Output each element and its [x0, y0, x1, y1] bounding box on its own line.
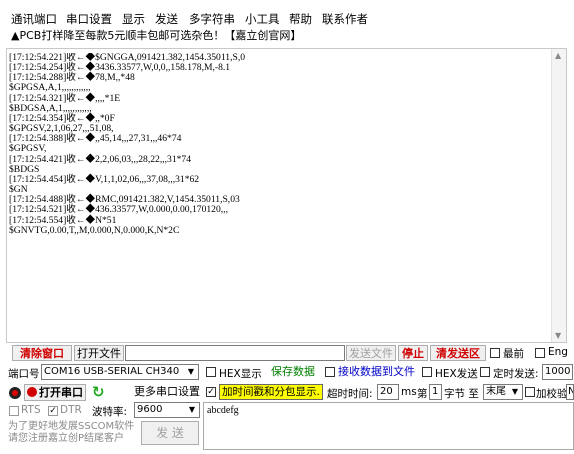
menu-contact-author[interactable]: 联系作者: [322, 11, 368, 27]
port-select[interactable]: COM16 USB-SERIAL CH340 ▼: [41, 364, 199, 380]
log-line: [17:12:54.454]收←◆V,1,1,02,06,,,37,08,,,3…: [9, 173, 200, 185]
file-path-input[interactable]: [125, 345, 345, 361]
topmost-checkbox[interactable]: [490, 348, 500, 358]
checksum-label: 加校验: [536, 388, 568, 400]
chevron-down-icon: ▼: [187, 367, 195, 376]
menu-help[interactable]: 帮助: [289, 11, 312, 27]
send-input[interactable]: abcdefg: [203, 402, 574, 450]
english-label: Eng: [548, 346, 568, 358]
log-line: [17:12:54.421]收←◆2,2,06,03,,,28,22,,,31*…: [9, 153, 192, 165]
timestamp-checkbox[interactable]: [206, 387, 216, 397]
menu-send[interactable]: 发送: [155, 11, 178, 27]
log-line: $GNVTG,0.00,T,,M,0.000,N,0.000,K,N*2C: [9, 224, 180, 236]
timeout-input[interactable]: 20: [377, 384, 399, 400]
frame-label: 第: [417, 388, 428, 400]
send-file-button[interactable]: 发送文件: [346, 345, 396, 361]
port-label: 端口号: [8, 368, 40, 380]
recv-to-file-checkbox[interactable]: [325, 367, 335, 377]
byte-to-label: 字节 至: [444, 388, 479, 400]
log-line: [17:12:54.388]收←◆,,45,14,,,27,31,,,46*74: [9, 133, 182, 145]
dtr-checkbox[interactable]: [48, 406, 58, 416]
hex-send-checkbox[interactable]: [422, 367, 432, 377]
dtr-label: DTR: [60, 404, 82, 416]
registration-notice[interactable]: 为了更好地发展SSCOM软件 请您注册嘉立创P结尾客户: [8, 421, 134, 445]
baud-select[interactable]: 9600 ▼: [134, 402, 200, 418]
more-serial-settings-button[interactable]: 更多串口设置: [134, 384, 200, 400]
frame-input[interactable]: 1: [429, 384, 442, 400]
english-checkbox[interactable]: [535, 348, 545, 358]
open-port-label: 打开串口: [39, 386, 83, 399]
chevron-down-icon: ▼: [511, 387, 519, 396]
send-button[interactable]: 发 送: [141, 421, 199, 445]
registration-line-2: 请您注册嘉立创P结尾客户: [8, 433, 125, 444]
open-port-button[interactable]: 打开串口: [24, 384, 86, 401]
menu-comm-port[interactable]: 通讯端口: [11, 11, 57, 27]
checksum-select[interactable]: N: [566, 384, 574, 400]
menu-tools[interactable]: 小工具: [245, 11, 280, 27]
rts-checkbox[interactable]: [9, 406, 19, 416]
clear-window-button[interactable]: 清除窗口: [12, 345, 72, 361]
port-status-indicator: [9, 387, 21, 399]
clear-send-button[interactable]: 清发送区: [430, 345, 486, 361]
hex-send-label: HEX发送: [435, 368, 478, 380]
send-input-text: abcdefg: [207, 405, 239, 416]
open-file-button[interactable]: 打开文件: [74, 345, 124, 361]
scroll-up-icon[interactable]: ▲: [555, 51, 561, 60]
baud-label: 波特率:: [92, 406, 128, 418]
registration-line-1: 为了更好地发展SSCOM软件: [8, 421, 135, 432]
rts-label: RTS: [21, 404, 41, 416]
receive-log-text: [17:12:54.221]收←◆$GNGGA,091421.382,1454.…: [9, 53, 549, 339]
menu-bar: 通讯端口 串口设置 显示 发送 多字符串 小工具 帮助 联系作者 ▲PCB打样降…: [0, 0, 574, 42]
hex-display-label: HEX显示: [219, 368, 262, 380]
log-line: [17:12:54.521]收←◆436.33577,W,0.000,0.00,…: [9, 204, 228, 216]
chevron-down-icon: ▼: [188, 405, 196, 414]
topmost-label: 最前: [503, 348, 524, 360]
scroll-down-icon[interactable]: ▼: [555, 331, 561, 340]
checksum-checkbox[interactable]: [525, 387, 535, 397]
timed-send-interval-input[interactable]: 1000: [542, 364, 573, 380]
end-select[interactable]: 末尾 ▼: [483, 384, 523, 400]
promo-link[interactable]: ▲PCB打样降至每款5元顺丰包邮可选杂色！【嘉立创官网】: [11, 27, 301, 43]
menu-display[interactable]: 显示: [122, 11, 145, 27]
menu-multi-string[interactable]: 多字符串: [189, 11, 235, 27]
baud-select-value: 9600: [137, 404, 163, 415]
port-status-icon: [27, 387, 37, 397]
timed-send-label: 定时发送:: [493, 368, 539, 380]
recv-to-file-button[interactable]: 接收数据到文件: [338, 364, 420, 380]
stop-button[interactable]: 停止: [398, 345, 428, 361]
refresh-icon[interactable]: ↻: [92, 383, 105, 401]
end-select-value: 末尾: [486, 386, 506, 397]
timestamp-split-label[interactable]: 加时间戳和分包显示.: [219, 384, 323, 400]
save-data-button[interactable]: 保存数据: [266, 364, 320, 380]
ms-label: ms: [401, 386, 417, 398]
menu-serial-settings[interactable]: 串口设置: [66, 11, 112, 27]
port-select-value: COM16 USB-SERIAL CH340: [44, 366, 180, 377]
timeout-label: 超时时间:: [327, 388, 373, 400]
receive-log[interactable]: [17:12:54.221]收←◆$GNGGA,091421.382,1454.…: [6, 48, 567, 343]
log-scrollbar[interactable]: ▲ ▼: [551, 49, 566, 342]
timed-send-checkbox[interactable]: [480, 367, 490, 377]
hex-display-checkbox[interactable]: [206, 367, 216, 377]
